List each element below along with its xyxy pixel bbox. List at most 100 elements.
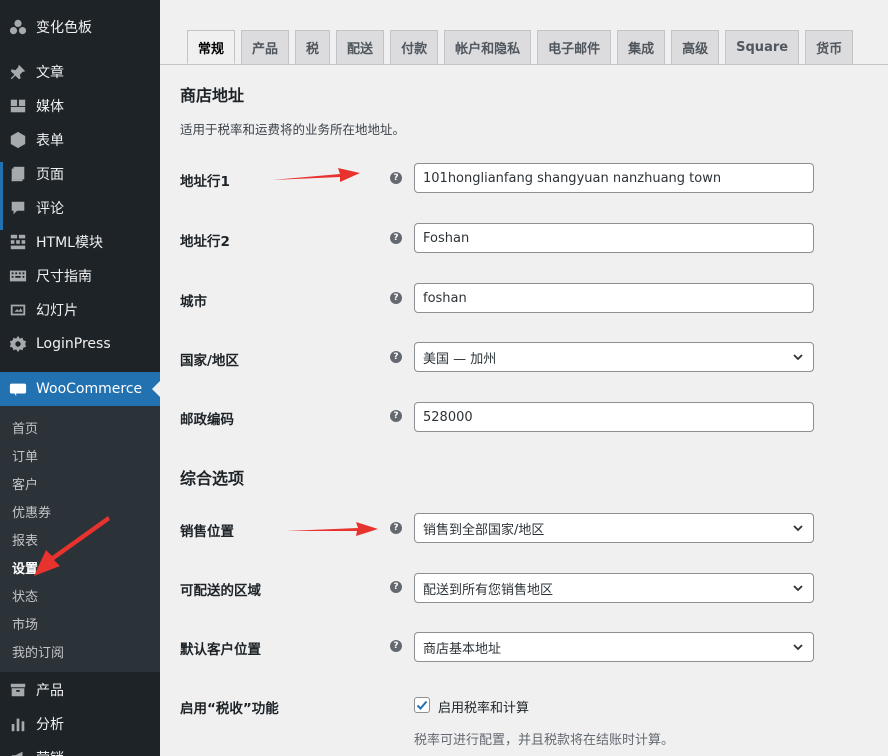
sidebar-item-label: LoginPress [36, 336, 111, 352]
address-line-2-input[interactable]: Foshan [414, 223, 814, 253]
tab-shipping[interactable]: 配送 [336, 30, 385, 64]
sidebar-item-size-guide[interactable]: 尺寸指南 [0, 259, 160, 293]
help-icon[interactable]: ? [390, 172, 402, 184]
sidebar-item-label: 尺寸指南 [36, 269, 92, 285]
default-customer-location-select[interactable]: 商店基本地址 [414, 632, 814, 662]
label-city: 城市 [180, 294, 207, 310]
tab-products[interactable]: 产品 [241, 30, 290, 64]
help-icon[interactable]: ? [390, 351, 402, 363]
label-default-customer-location: 默认客户位置 [180, 642, 261, 658]
keyboard-icon [0, 267, 36, 285]
comment-icon [0, 199, 36, 217]
select-value: 商店基本地址 [423, 641, 502, 657]
annotation-arrow [272, 168, 360, 182]
tab-payments[interactable]: 付款 [390, 30, 439, 64]
tab-general[interactable]: 常规 [187, 30, 236, 64]
city-input[interactable]: foshan [414, 283, 814, 313]
submenu-item-status[interactable]: 状态 [12, 586, 38, 605]
sidebar-item-label: WooCommerce [36, 381, 143, 397]
tab-currency[interactable]: 货币 [805, 30, 854, 64]
section-description: 适用于税率和运费将的业务所在地地址。 [180, 122, 406, 137]
sidebar-item-forms[interactable]: 表单 [0, 123, 160, 157]
enable-taxes-checkbox-label[interactable]: 启用税率和计算 [438, 697, 529, 716]
settings-tabs: 常规 产品 税 配送 付款 帐户和隐私 电子邮件 集成 高级 Square 货币 [187, 30, 859, 64]
address-line-1-input[interactable]: 101honglianfang shangyuan nanzhuang town [414, 163, 814, 193]
sidebar-item-label: HTML模块 [36, 235, 103, 251]
submenu-item-home[interactable]: 首页 [12, 418, 38, 437]
sidebar-item-label: 营销 [36, 748, 64, 756]
label-selling-locations: 销售位置 [180, 524, 234, 540]
tab-integration[interactable]: 集成 [617, 30, 666, 64]
tab-emails[interactable]: 电子邮件 [537, 30, 612, 64]
sidebar-item-label: 媒体 [36, 99, 64, 115]
chevron-down-icon [791, 581, 805, 595]
help-icon[interactable]: ? [390, 581, 402, 593]
woo-icon [0, 380, 36, 398]
current-menu-arrow [152, 381, 160, 397]
sidebar-item-html-blocks[interactable]: HTML模块 [0, 225, 160, 259]
label-address-line-1: 地址行1 [180, 174, 230, 190]
country-state-select[interactable]: 美国 — 加州 [414, 342, 814, 372]
gear-icon [0, 335, 36, 353]
label-address-line-2: 地址行2 [180, 234, 230, 250]
media-icon [0, 97, 36, 115]
annotation-arrow [34, 516, 110, 576]
submenu-item-orders[interactable]: 订单 [12, 446, 38, 465]
tab-advanced[interactable]: 高级 [671, 30, 720, 64]
sidebar-item-slides[interactable]: 幻灯片 [0, 293, 160, 327]
postcode-input[interactable]: 528000 [414, 402, 814, 432]
sidebar-item-marketing[interactable]: 营销 [0, 741, 160, 756]
pin-icon [0, 63, 36, 81]
sidebar-item-label: 变化色板 [36, 20, 92, 36]
tab-square[interactable]: Square [725, 30, 800, 64]
sidebar-item-products[interactable]: 产品 [0, 673, 160, 707]
select-value: 销售到全部国家/地区 [423, 522, 545, 538]
forms-icon [0, 131, 36, 149]
chevron-down-icon [791, 640, 805, 654]
sidebar-item-posts[interactable]: 文章 [0, 55, 160, 89]
section-title-general-options: 综合选项 [180, 469, 245, 488]
bar-chart-icon [0, 715, 36, 733]
label-postcode: 邮政编码 [180, 412, 234, 428]
chevron-down-icon [791, 350, 805, 364]
sidebar-item-label: 幻灯片 [36, 303, 78, 319]
sidebar-item-pages[interactable]: 页面 [0, 157, 160, 191]
sidebar-item-label: 分析 [36, 717, 64, 733]
tab-tax[interactable]: 税 [295, 30, 331, 64]
selling-locations-select[interactable]: 销售到全部国家/地区 [414, 513, 814, 543]
sidebar-item-media[interactable]: 媒体 [0, 89, 160, 123]
help-icon[interactable]: ? [390, 292, 402, 304]
sidebar-item-label: 评论 [36, 201, 64, 217]
sidebar-item-label: 页面 [36, 167, 64, 183]
help-icon[interactable]: ? [390, 232, 402, 244]
grid-icon [0, 233, 36, 251]
label-enable-taxes: 启用“税收”功能 [180, 701, 279, 717]
tab-divider [160, 64, 888, 65]
annotation-arrow [286, 522, 378, 536]
enable-taxes-help-text: 税率可进行配置，并且税款将在结账时计算。 [414, 733, 675, 748]
sidebar-item-woocommerce[interactable]: WooCommerce [0, 372, 160, 406]
sidebar-item-swatches[interactable]: 变化色板 [0, 10, 160, 44]
slides-icon [0, 301, 36, 319]
sidebar-item-loginpress[interactable]: LoginPress [0, 327, 160, 361]
submenu-item-subscriptions[interactable]: 我的订阅 [12, 642, 64, 661]
page-icon [0, 165, 36, 183]
sidebar-item-label: 表单 [36, 133, 64, 149]
shipping-locations-select[interactable]: 配送到所有您销售地区 [414, 573, 814, 603]
archive-icon [0, 681, 36, 699]
help-icon[interactable]: ? [390, 410, 402, 422]
checkmark-icon [416, 700, 428, 710]
select-value: 配送到所有您销售地区 [423, 582, 554, 598]
help-icon[interactable]: ? [390, 522, 402, 534]
help-icon[interactable]: ? [390, 640, 402, 652]
sidebar-item-label: 文章 [36, 65, 64, 81]
tab-accounts-privacy[interactable]: 帐户和隐私 [444, 30, 532, 64]
enable-taxes-checkbox[interactable] [414, 697, 430, 713]
submenu-item-marketplace[interactable]: 市场 [12, 614, 38, 633]
megaphone-icon [0, 749, 36, 756]
sidebar-item-comments[interactable]: 评论 [0, 191, 160, 225]
submenu-item-customers[interactable]: 客户 [12, 474, 38, 493]
label-country-state: 国家/地区 [180, 353, 239, 369]
sidebar-item-analytics[interactable]: 分析 [0, 707, 160, 741]
admin-sidebar: 变化色板 文章 媒体 表单 页面 评论 HTML模块 尺寸指南 幻灯片 Logi… [0, 0, 160, 756]
